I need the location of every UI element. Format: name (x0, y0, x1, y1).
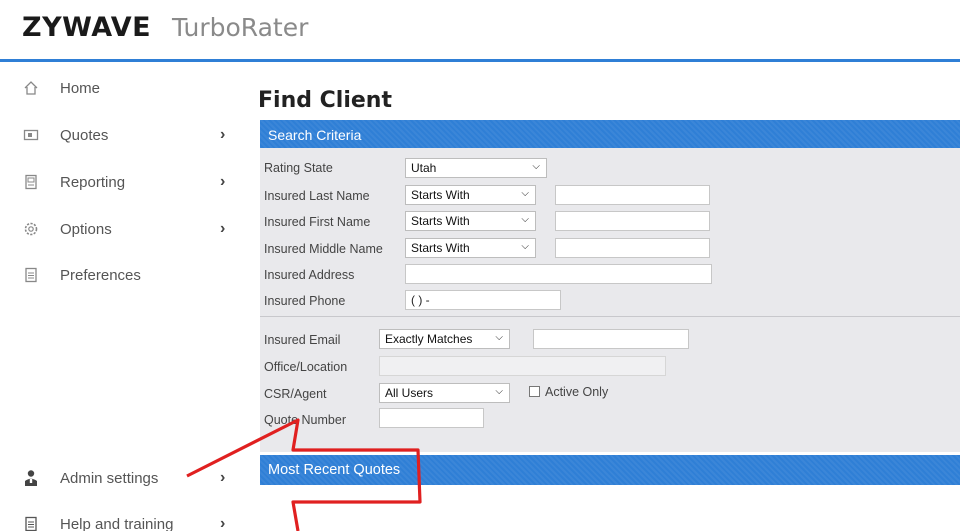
sidebar-item-label: Admin settings (60, 469, 159, 487)
chevron-down-icon: ⌵ (495, 332, 503, 343)
app-header: ZYWAVE TurboRater (0, 0, 960, 62)
product-name: TurboRater (172, 13, 309, 42)
sidebar-item-label: Help and training (60, 515, 174, 531)
chevron-down-icon: ⌵ (521, 214, 529, 225)
middle-name-label: Insured Middle Name (264, 242, 383, 256)
last-name-match-value: Starts With (411, 188, 470, 202)
last-name-label: Insured Last Name (264, 189, 370, 203)
sidebar-item-label: Options (60, 220, 112, 238)
sidebar-item-quotes[interactable]: Quotes › (0, 115, 250, 155)
rating-state-label: Rating State (264, 161, 333, 175)
address-label: Insured Address (264, 268, 355, 282)
quote-number-input[interactable] (379, 408, 484, 428)
middle-name-input[interactable] (555, 238, 710, 258)
search-criteria-header[interactable]: Search Criteria (260, 120, 960, 149)
chevron-down-icon: ⌵ (532, 161, 540, 172)
rating-state-select[interactable]: Utah ⌵ (405, 158, 547, 178)
chevron-right-icon: › (220, 220, 226, 237)
email-label: Insured Email (264, 333, 341, 347)
chevron-down-icon: ⌵ (521, 241, 529, 252)
chevron-down-icon: ⌵ (495, 386, 503, 397)
sidebar-item-options[interactable]: Options › (0, 209, 250, 249)
last-name-match-select[interactable]: Starts With ⌵ (405, 185, 536, 205)
first-name-match-select[interactable]: Starts With ⌵ (405, 211, 536, 231)
office-location-input[interactable] (379, 356, 666, 376)
csr-agent-label: CSR/Agent (264, 387, 327, 401)
address-input[interactable] (405, 264, 712, 284)
quotes-icon (22, 126, 40, 144)
middle-name-match-value: Starts With (411, 241, 470, 255)
chevron-right-icon: › (220, 515, 226, 531)
sidebar-item-admin-settings[interactable]: Admin settings › (0, 458, 250, 498)
chevron-down-icon: ⌵ (521, 188, 529, 199)
sidebar-item-label: Home (60, 79, 101, 97)
sidebar-item-home[interactable]: Home (0, 68, 250, 108)
phone-label: Insured Phone (264, 294, 346, 308)
page-title: Find Client (258, 88, 392, 113)
csr-agent-select[interactable]: All Users ⌵ (379, 383, 510, 403)
chevron-right-icon: › (220, 173, 226, 190)
most-recent-quotes-header[interactable]: Most Recent Quotes (260, 455, 960, 485)
office-location-label: Office/Location (264, 360, 348, 374)
email-input[interactable] (533, 329, 689, 349)
first-name-input[interactable] (555, 211, 710, 231)
reporting-icon (22, 173, 40, 191)
chevron-right-icon: › (220, 126, 226, 143)
sidebar-nav: Home Quotes › Reporting › Options › Pref… (0, 65, 250, 531)
phone-input[interactable]: ( ) - (405, 290, 561, 310)
first-name-match-value: Starts With (411, 214, 470, 228)
rating-state-value: Utah (411, 161, 437, 175)
sidebar-item-reporting[interactable]: Reporting › (0, 162, 250, 202)
last-name-input[interactable] (555, 185, 710, 205)
quote-number-label: Quote Number (264, 413, 346, 427)
sidebar-item-preferences[interactable]: Preferences (0, 255, 250, 295)
gear-icon (22, 220, 40, 238)
brand-logo[interactable]: ZYWAVE (22, 12, 151, 43)
sidebar-item-help-and-training[interactable]: Help and training › (0, 504, 250, 531)
document-icon (22, 266, 40, 284)
active-only-checkbox[interactable] (529, 386, 540, 397)
sidebar-item-label: Preferences (60, 266, 141, 284)
user-icon (22, 469, 40, 487)
chevron-right-icon: › (220, 469, 226, 486)
sidebar-item-label: Reporting (60, 173, 126, 191)
csr-agent-value: All Users (385, 386, 434, 400)
middle-name-match-select[interactable]: Starts With ⌵ (405, 238, 536, 258)
help-document-icon (22, 515, 40, 531)
home-icon (22, 79, 40, 97)
email-match-select[interactable]: Exactly Matches ⌵ (379, 329, 510, 349)
first-name-label: Insured First Name (264, 215, 371, 229)
email-match-value: Exactly Matches (385, 332, 473, 346)
section-divider (260, 316, 960, 317)
active-only-label: Active Only (545, 385, 609, 399)
sidebar-item-label: Quotes (60, 126, 109, 144)
